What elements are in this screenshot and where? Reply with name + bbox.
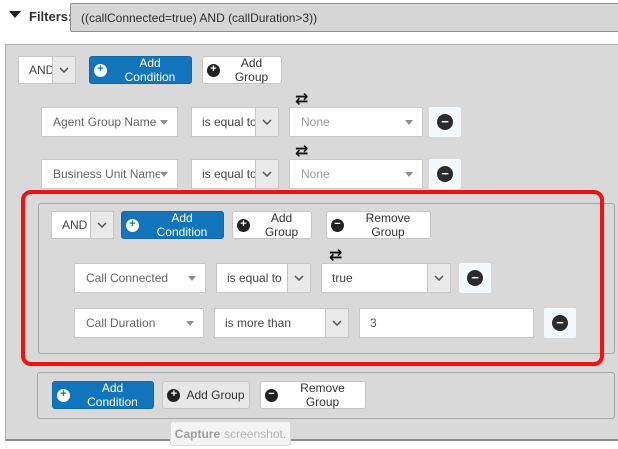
remove-group-button[interactable]: − Remove Group: [326, 211, 431, 239]
operator-select[interactable]: is more than: [214, 308, 349, 338]
minus-circle-icon: −: [552, 315, 568, 331]
plus-circle-icon: +: [94, 64, 107, 77]
add-group-button[interactable]: + Add Group: [162, 381, 250, 409]
operator-select[interactable]: is equal to: [216, 263, 311, 293]
chevron-down-icon: [52, 57, 75, 83]
dropdown-triangle-icon: [405, 172, 413, 177]
filter-builder-panel: AND + Add Condition + Add Group ⇄ Agent …: [5, 44, 618, 441]
tooltip-text: screenshot.: [224, 427, 286, 441]
remove-condition-button[interactable]: −: [459, 263, 491, 293]
remove-group-button[interactable]: − Remove Group: [260, 381, 366, 409]
minus-circle-icon: −: [467, 270, 483, 286]
field-select[interactable]: Agent Group Name: [41, 107, 178, 137]
field-select[interactable]: Business Unit Name: [41, 159, 178, 189]
chevron-down-icon: [427, 264, 450, 292]
plus-circle-icon: +: [57, 389, 70, 402]
add-condition-label: Add Condition: [76, 381, 149, 409]
dropdown-triangle-icon: [160, 172, 168, 177]
logic-operator-value: AND: [19, 57, 52, 83]
tooltip-bold-text: Capture: [175, 427, 220, 441]
filter-builder-screen: Filters: ((callConnected=true) AND (call…: [0, 0, 618, 449]
add-condition-label: Add Condition: [113, 56, 187, 84]
operator-select[interactable]: is equal to: [191, 107, 279, 137]
chevron-down-icon: [255, 160, 278, 188]
swap-values-icon[interactable]: ⇄: [295, 143, 308, 159]
dropdown-triangle-icon: [160, 120, 168, 125]
add-group-button[interactable]: + Add Group: [232, 211, 312, 239]
dropdown-triangle-icon: [188, 276, 196, 281]
remove-condition-button[interactable]: −: [429, 159, 461, 189]
field-select[interactable]: Call Connected: [74, 263, 206, 293]
logic-operator-value: AND: [52, 212, 90, 238]
chevron-down-icon: [90, 212, 113, 238]
value-select[interactable]: None: [289, 107, 423, 137]
plus-circle-icon: +: [237, 219, 250, 232]
chevron-down-icon: [287, 264, 310, 292]
swap-values-icon[interactable]: ⇄: [295, 91, 308, 107]
add-condition-label: Add Condition: [145, 211, 219, 239]
add-condition-button[interactable]: + Add Condition: [121, 211, 224, 239]
add-group-button[interactable]: + Add Group: [202, 56, 282, 84]
plus-circle-icon: +: [126, 219, 139, 232]
filters-label: Filters:: [29, 9, 72, 24]
dropdown-triangle-icon: [186, 321, 194, 326]
value-input[interactable]: [359, 308, 534, 338]
collapse-caret-icon[interactable]: [9, 11, 21, 18]
plus-circle-icon: +: [207, 64, 220, 77]
filter-expression-box[interactable]: ((callConnected=true) AND (callDuration>…: [70, 3, 618, 32]
capture-screenshot-tooltip: Capture screenshot.: [170, 421, 291, 446]
swap-values-icon[interactable]: ⇄: [329, 247, 342, 263]
field-select[interactable]: Call Duration: [74, 308, 204, 338]
remove-group-label: Remove Group: [284, 381, 361, 409]
remove-group-label: Remove Group: [350, 211, 426, 239]
minus-circle-icon: −: [265, 389, 278, 402]
add-condition-button[interactable]: + Add Condition: [52, 381, 154, 409]
remove-condition-button[interactable]: −: [544, 308, 576, 338]
minus-circle-icon: −: [437, 114, 453, 130]
logic-operator-select[interactable]: AND: [51, 211, 114, 239]
value-select[interactable]: None: [289, 159, 423, 189]
remove-condition-button[interactable]: −: [429, 107, 461, 137]
logic-operator-select[interactable]: AND: [18, 56, 76, 84]
value-select[interactable]: true: [321, 263, 451, 293]
plus-circle-icon: +: [167, 389, 180, 402]
add-group-label: Add Group: [226, 56, 277, 84]
filter-expression-text: ((callConnected=true) AND (callDuration>…: [81, 11, 317, 25]
dropdown-triangle-icon: [405, 120, 413, 125]
chevron-down-icon: [325, 309, 348, 337]
chevron-down-icon: [255, 108, 278, 136]
minus-circle-icon: −: [437, 166, 453, 182]
minus-circle-icon: −: [331, 219, 344, 232]
add-group-label: Add Group: [256, 211, 307, 239]
operator-select[interactable]: is equal to: [191, 159, 279, 189]
add-group-label: Add Group: [186, 388, 244, 402]
add-condition-button[interactable]: + Add Condition: [89, 56, 192, 84]
